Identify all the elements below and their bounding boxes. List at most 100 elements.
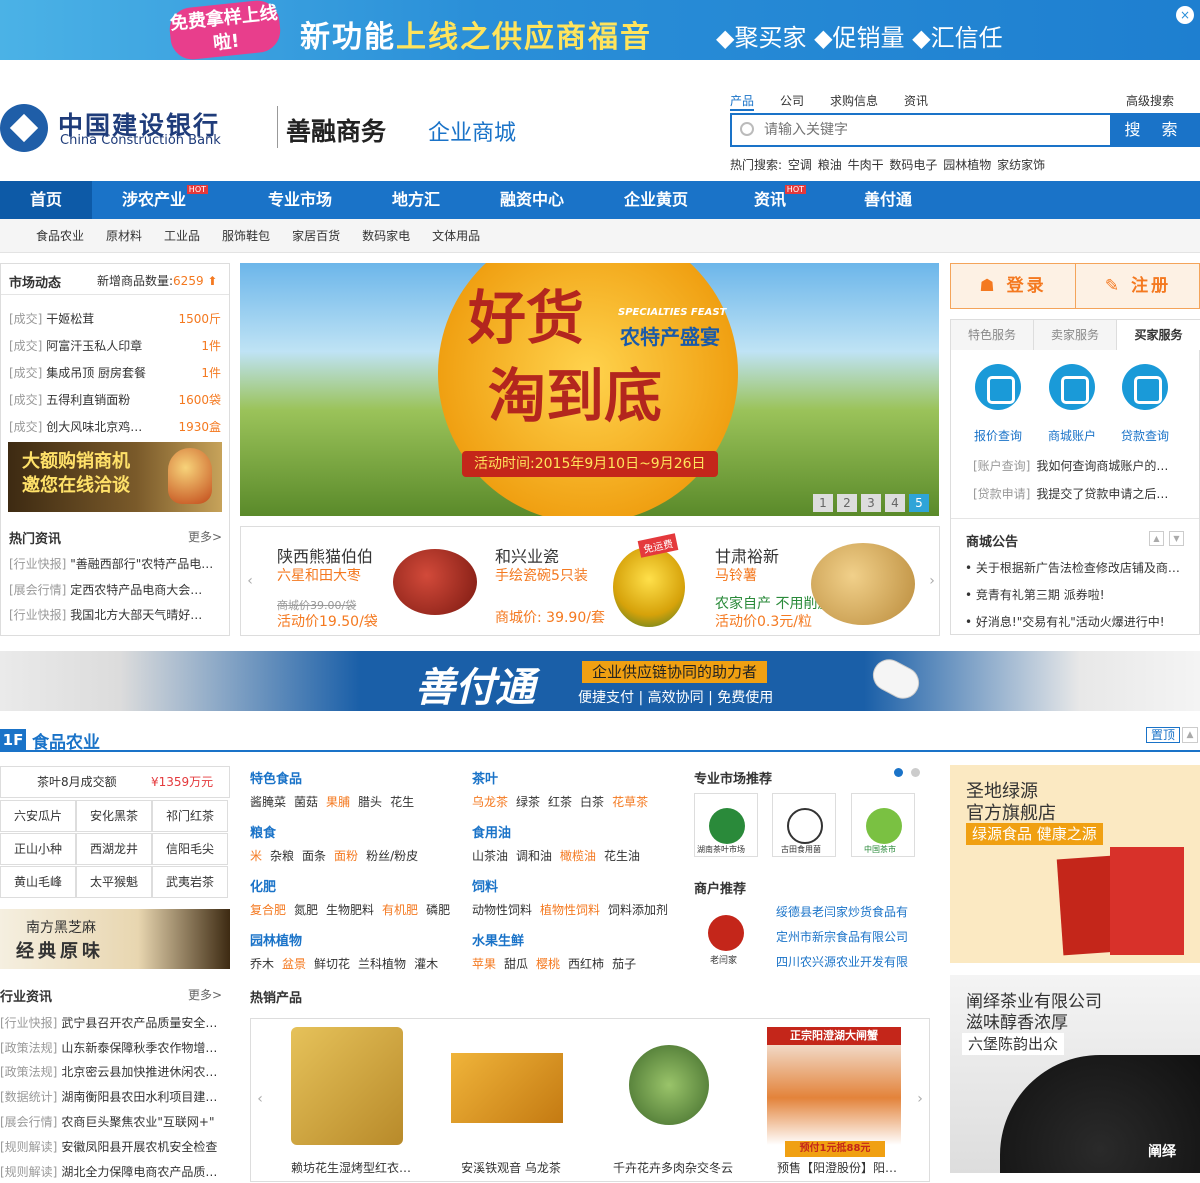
hot-news-item[interactable]: [行业快报] 我国北方大部天气晴好… [9, 606, 202, 623]
hot-product-item[interactable]: 千卉花卉多肉杂交冬云 [593, 1019, 743, 1183]
announcement-item[interactable]: • 好消息!"交易有礼"活动火爆进行中! [965, 613, 1165, 630]
category-link[interactable]: 樱桃 [536, 957, 560, 971]
category-link[interactable]: 氮肥 [294, 903, 318, 917]
loan-query-link[interactable]: 贷款查询 [1121, 427, 1169, 444]
category-title[interactable]: 粮食 [250, 822, 426, 841]
search-tab-news[interactable]: 资讯 [904, 92, 928, 111]
industry-news-item[interactable]: [规则解读] 安徽凤阳县开展农机安全检查 [0, 1138, 217, 1155]
pager-dot[interactable] [911, 768, 920, 777]
category-link[interactable]: 酱腌菜 [250, 795, 286, 809]
category-link[interactable]: 绿茶 [516, 795, 540, 809]
nav-news[interactable]: 资讯 HOT [730, 181, 810, 219]
brand-name[interactable]: 善融商务 [286, 112, 386, 148]
category-link[interactable]: 果脯 [326, 795, 350, 809]
hero-carousel[interactable]: 好货 淘到底 SPECIALTIES FEAST 农特产盛宴 活动时间:2015… [240, 263, 939, 516]
tea-type-cell[interactable]: 安化黑茶 [76, 800, 152, 832]
faq-item[interactable]: [贷款申请] 我提交了贷款申请之后… [973, 485, 1168, 502]
hot-product-item[interactable]: 安溪铁观音 乌龙茶 [431, 1019, 581, 1183]
category-link[interactable]: 面条 [302, 849, 326, 863]
pin-top-button[interactable]: 置顶 [1145, 727, 1180, 743]
tea-type-cell[interactable]: 六安瓜片 [0, 800, 76, 832]
chevron-up-icon[interactable]: ▲ [1149, 531, 1164, 546]
bulk-trade-ad[interactable]: 大额购销商机 邀您在线洽谈 [8, 442, 222, 512]
chevron-left-icon[interactable]: ‹ [253, 1091, 267, 1107]
tea-type-cell[interactable]: 武夷岩茶 [152, 866, 228, 898]
subnav-item[interactable]: 数码家电 [362, 219, 410, 252]
hot-word[interactable]: 家纺家饰 [997, 158, 1045, 172]
subnav-item[interactable]: 家居百货 [292, 219, 340, 252]
faq-item[interactable]: [账户查询] 我如何查询商城账户的… [973, 457, 1168, 474]
ccb-logo-icon[interactable] [0, 104, 48, 152]
hot-news-more-link[interactable]: 更多> [188, 528, 222, 545]
shanfutong-banner[interactable]: 善付通 企业供应链协同的助力者 便捷支付 | 高效协同 | 免费使用 [0, 651, 1200, 711]
category-link[interactable]: 花草茶 [612, 795, 648, 809]
search-tab-purchase[interactable]: 求购信息 [830, 92, 878, 111]
industry-news-more-link[interactable]: 更多> [188, 986, 222, 1003]
chevron-left-icon[interactable]: ‹ [243, 573, 257, 589]
tea-type-cell[interactable]: 西湖龙井 [76, 833, 152, 865]
nav-home[interactable]: 首页 [0, 181, 92, 219]
category-link[interactable]: 杂粮 [270, 849, 294, 863]
featured-item[interactable]: 和兴业瓷 手绘瓷碗5只装 商城价: 39.90/套 免运费 [495, 527, 695, 637]
category-link[interactable]: 腊头 [358, 795, 382, 809]
category-link[interactable]: 复合肥 [250, 903, 286, 917]
hot-product-item[interactable]: 赖坊花生湿烤型红衣… [271, 1019, 421, 1183]
category-title[interactable]: 饲料 [472, 876, 676, 895]
featured-item[interactable]: 陕西熊猫伯伯 六星和田大枣 商城价39.00/袋 活动价19.50/袋 [275, 527, 477, 637]
loan-query-icon[interactable] [1122, 364, 1168, 410]
account-icon[interactable] [1049, 364, 1095, 410]
category-link[interactable]: 植物性饲料 [540, 903, 600, 917]
category-link[interactable]: 动物性饲料 [472, 903, 532, 917]
quote-query-icon[interactable] [975, 364, 1021, 410]
pager-dot-active[interactable] [894, 768, 903, 777]
hot-word[interactable]: 牛肉干 [848, 158, 884, 172]
tab-featured-services[interactable]: 特色服务 [951, 320, 1034, 350]
close-icon[interactable]: × [1176, 6, 1194, 24]
shop-logo-link[interactable]: 老闫家 [694, 901, 758, 966]
category-link[interactable]: 有机肥 [382, 903, 418, 917]
category-link[interactable]: 橄榄油 [560, 849, 596, 863]
nav-finance[interactable]: 融资中心 [478, 181, 586, 219]
market-logo-link[interactable]: 湖南茶叶市场 [694, 793, 758, 857]
featured-item[interactable]: 甘肃裕新 马铃薯 农家自产 不用削皮 活动价0.3元/粒 [715, 527, 925, 637]
deal-row[interactable]: [成交] 干姬松茸 1500斤 [9, 310, 221, 327]
carousel-page[interactable]: 2 [837, 494, 857, 512]
category-link[interactable]: 白茶 [580, 795, 604, 809]
category-link[interactable]: 面粉 [334, 849, 358, 863]
shop-link[interactable]: 绥德县老闫家炒货食品有 [776, 903, 908, 920]
advanced-search-link[interactable]: 高级搜索 [1126, 92, 1174, 109]
category-link[interactable]: 灌木 [414, 957, 438, 971]
announcement-item[interactable]: • 竞青有礼第三期 派券啦! [965, 586, 1105, 603]
category-link[interactable]: 甜瓜 [504, 957, 528, 971]
market-logo-link[interactable]: 中国茶市 [851, 793, 915, 857]
industry-news-item[interactable]: [展会行情] 农商巨头聚焦农业"互联网+" [0, 1113, 214, 1130]
floor-title[interactable]: 食品农业 [32, 728, 100, 753]
quote-query-link[interactable]: 报价查询 [974, 427, 1022, 444]
shop-link[interactable]: 四川农兴源农业开发有限 [776, 953, 908, 970]
hot-product-item[interactable]: 正宗阳澄湖大闸蟹 预付1元抵88元 预售【阳澄股份】阳… [757, 1019, 907, 1183]
category-link[interactable]: 菌菇 [294, 795, 318, 809]
chevron-down-icon[interactable]: ▼ [1169, 531, 1184, 546]
category-link[interactable]: 粉丝/粉皮 [366, 849, 418, 863]
subnav-item[interactable]: 原材料 [106, 219, 142, 252]
chevron-right-icon[interactable]: › [925, 573, 939, 589]
announcement-item[interactable]: • 关于根据新广告法检查修改店铺及商… [965, 559, 1180, 576]
tea-type-cell[interactable]: 太平猴魁 [76, 866, 152, 898]
subnav-item[interactable]: 文体用品 [432, 219, 480, 252]
tab-seller-services[interactable]: 卖家服务 [1034, 320, 1117, 350]
category-link[interactable]: 鲜切花 [314, 957, 350, 971]
account-link[interactable]: 商城账户 [1048, 427, 1096, 444]
tea-type-cell[interactable]: 黄山毛峰 [0, 866, 76, 898]
nav-markets[interactable]: 专业市场 [246, 181, 354, 219]
nav-yellow-pages[interactable]: 企业黄页 [602, 181, 710, 219]
search-tab-company[interactable]: 公司 [780, 92, 804, 111]
tea-type-cell[interactable]: 信阳毛尖 [152, 833, 228, 865]
industry-news-item[interactable]: [数据统计] 湖南衡阳县农田水利项目建… [0, 1088, 217, 1105]
category-title[interactable]: 食用油 [472, 822, 648, 841]
register-button[interactable]: ✎ 注册 [1076, 264, 1200, 308]
search-tab-product[interactable]: 产品 [730, 92, 755, 111]
industry-news-item[interactable]: [规则解读] 湖北全力保障电商农产品质… [0, 1163, 217, 1180]
chevron-up-icon[interactable]: ▲ [1182, 727, 1198, 743]
login-button[interactable]: ☗ 登录 [951, 264, 1075, 308]
hot-news-item[interactable]: [行业快报] "善融西部行"农特产品电… [9, 555, 213, 572]
